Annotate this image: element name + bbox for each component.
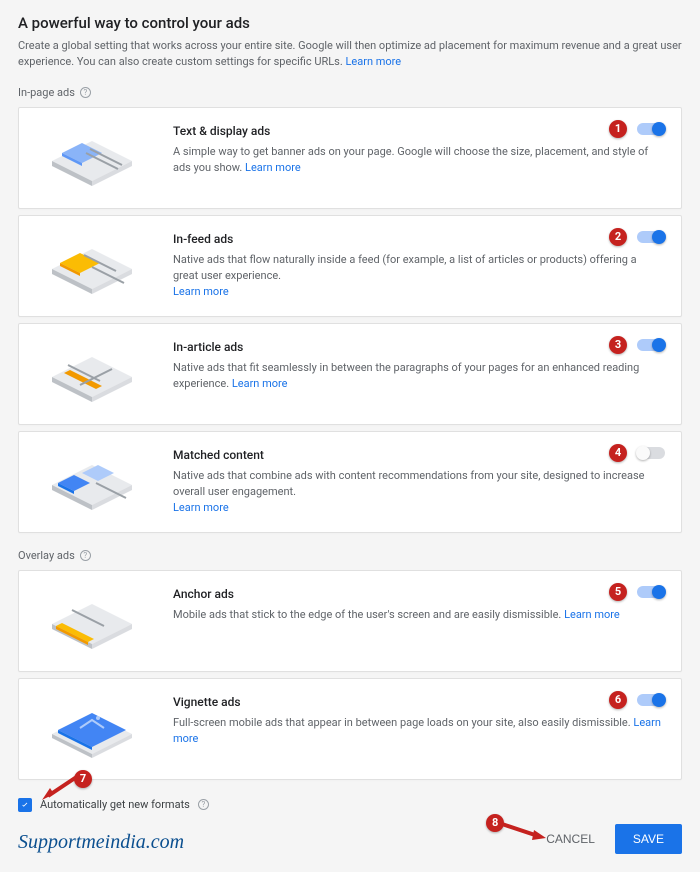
- card-title: Vignette ads: [173, 695, 663, 709]
- annotation-badge-3: 3: [609, 336, 627, 354]
- thumb-in-feed: [37, 230, 157, 300]
- toggle-in-feed[interactable]: [637, 231, 665, 243]
- toggle-in-article[interactable]: [637, 339, 665, 351]
- card-desc: Native ads that flow naturally inside a …: [173, 252, 663, 300]
- learn-more-link[interactable]: Learn more: [564, 608, 620, 621]
- toggle-text-display[interactable]: [637, 123, 665, 135]
- learn-more-link[interactable]: Learn more: [173, 285, 229, 298]
- toggle-anchor-ads[interactable]: [637, 586, 665, 598]
- thumb-vignette: [37, 693, 157, 763]
- card-title: In-feed ads: [173, 232, 663, 246]
- overlay-ads-label: Overlay ads ?: [18, 549, 682, 562]
- toggle-matched-content[interactable]: [637, 447, 665, 459]
- save-button[interactable]: SAVE: [615, 824, 682, 854]
- card-title: Matched content: [173, 448, 663, 462]
- learn-more-link[interactable]: Learn more: [232, 377, 288, 390]
- annotation-badge-8: 8: [486, 814, 504, 832]
- thumb-text-display: [37, 122, 157, 192]
- card-in-feed: In-feed ads Native ads that flow natural…: [18, 215, 682, 317]
- brand-watermark: Supportmeindia.com: [18, 831, 184, 854]
- card-matched-content: Matched content Native ads that combine …: [18, 431, 682, 533]
- card-desc: Native ads that combine ads with content…: [173, 468, 663, 516]
- auto-formats-checkbox[interactable]: [18, 798, 32, 812]
- page-title: A powerful way to control your ads: [18, 14, 682, 32]
- annotation-badge-6: 6: [609, 691, 627, 709]
- card-desc: Mobile ads that stick to the edge of the…: [173, 607, 663, 623]
- cancel-button[interactable]: CANCEL: [536, 824, 605, 854]
- page-subhead: Create a global setting that works acros…: [18, 38, 682, 70]
- help-icon[interactable]: ?: [80, 87, 91, 98]
- annotation-badge-1: 1: [609, 120, 627, 138]
- card-text-display: Text & display ads A simple way to get b…: [18, 107, 682, 209]
- header-learn-more-link[interactable]: Learn more: [345, 55, 401, 68]
- annotation-badge-2: 2: [609, 228, 627, 246]
- learn-more-link[interactable]: Learn more: [245, 161, 301, 174]
- card-desc: A simple way to get banner ads on your p…: [173, 144, 663, 176]
- card-title: Text & display ads: [173, 124, 663, 138]
- card-desc: Native ads that fit seamlessly in betwee…: [173, 360, 663, 392]
- in-page-ads-label: In-page ads ?: [18, 86, 682, 99]
- card-title: Anchor ads: [173, 587, 663, 601]
- auto-formats-label: Automatically get new formats: [40, 798, 190, 811]
- thumb-in-article: [37, 338, 157, 408]
- card-title: In-article ads: [173, 340, 663, 354]
- annotation-badge-4: 4: [609, 444, 627, 462]
- toggle-vignette-ads[interactable]: [637, 694, 665, 706]
- annotation-badge-5: 5: [609, 583, 627, 601]
- thumb-matched: [37, 446, 157, 516]
- help-icon[interactable]: ?: [198, 799, 209, 810]
- learn-more-link[interactable]: Learn more: [173, 501, 229, 514]
- card-in-article: In-article ads Native ads that fit seaml…: [18, 323, 682, 425]
- card-anchor-ads: Anchor ads Mobile ads that stick to the …: [18, 570, 682, 672]
- card-vignette-ads: Vignette ads Full-screen mobile ads that…: [18, 678, 682, 780]
- card-desc: Full-screen mobile ads that appear in be…: [173, 715, 663, 747]
- auto-formats-row: Automatically get new formats ? 7: [18, 798, 682, 812]
- help-icon[interactable]: ?: [80, 550, 91, 561]
- thumb-anchor: [37, 585, 157, 655]
- annotation-badge-7: 7: [74, 770, 92, 788]
